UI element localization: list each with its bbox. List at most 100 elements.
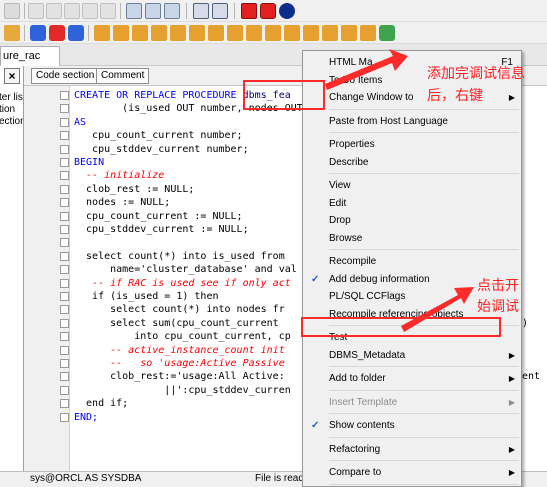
code-line: clob_rest:='usage:All Active:: [74, 370, 285, 383]
menu-item-refactoring[interactable]: Refactoring ▶: [303, 441, 521, 458]
menu-separator: [329, 483, 519, 485]
pdf-icon[interactable]: [260, 3, 276, 19]
step-arrow-icon[interactable]: [68, 25, 84, 41]
toolbar-separator: [120, 3, 121, 19]
debug-toggle-icon[interactable]: [303, 25, 319, 41]
tab-procedure[interactable]: ure_rac: [0, 46, 60, 66]
code-line: -- active_instance_count init: [74, 344, 285, 357]
menu-separator: [329, 366, 519, 367]
save-icon[interactable]: [46, 3, 62, 19]
fold-marker: [60, 251, 69, 261]
menu-item-label: HTML Ma: [329, 57, 373, 68]
browser-item[interactable]: ter lis: [0, 92, 23, 103]
fold-marker: [60, 117, 69, 127]
menu-item-change-window-to[interactable]: Change Window to ▶: [303, 89, 521, 106]
menu-item-properties[interactable]: Properties: [303, 136, 521, 153]
menu-item-label: Change Window to: [329, 92, 414, 103]
debug-trace-icon[interactable]: [284, 25, 300, 41]
oracle-icon[interactable]: [241, 3, 257, 19]
stop-arrow-icon[interactable]: [49, 25, 65, 41]
fold-marker: [60, 399, 69, 409]
debug-step-over-icon[interactable]: [113, 25, 129, 41]
browser-item[interactable]: ection: [0, 116, 23, 127]
code-line: into cpu_count_current, cp: [74, 330, 291, 343]
copy-icon[interactable]: [100, 3, 116, 19]
comment-button[interactable]: Comment: [96, 68, 150, 84]
window-list-icon[interactable]: [193, 3, 209, 19]
toolbar-separator: [234, 3, 235, 19]
code-token: name='cluster_database' and val: [74, 264, 297, 276]
fold-marker: [60, 292, 69, 301]
debug-output-icon[interactable]: [265, 25, 281, 41]
debug-watch-icon[interactable]: [189, 25, 205, 41]
submenu-arrow-icon: ▶: [508, 444, 515, 454]
menu-item-label: Browse: [329, 232, 363, 244]
sessions-icon[interactable]: [164, 3, 180, 19]
menu-item-label: Refactoring: [329, 443, 381, 455]
close-panel-button[interactable]: ×: [4, 68, 20, 84]
debug-variables-icon[interactable]: [246, 25, 262, 41]
code-line: select count(*) into is_used from: [74, 250, 285, 263]
menu-separator: [329, 108, 519, 110]
menu-separator: [329, 436, 519, 438]
execute-icon[interactable]: [379, 25, 395, 41]
debug-toolbar: [0, 22, 547, 44]
open-icon[interactable]: [28, 3, 44, 19]
tile-windows-icon[interactable]: [212, 3, 228, 19]
query-builder-icon[interactable]: [126, 3, 142, 19]
annotation-note-bottom-2: 始调试: [477, 298, 519, 314]
menu-separator: [329, 132, 519, 133]
code-token: cpu_stddev_current number;: [74, 143, 249, 155]
menu-item-insert-template: Insert Template ▶: [303, 394, 521, 411]
code-line: AS: [74, 116, 86, 129]
debug-step-into-icon[interactable]: [94, 25, 110, 41]
annotation-highlight-test: [301, 317, 501, 337]
annotation-note-bottom-1: 点击开: [477, 277, 519, 293]
menu-item-label: Recompile: [329, 256, 377, 267]
menu-item-view[interactable]: View: [303, 177, 521, 194]
menu-item-edit[interactable]: Edit: [303, 195, 521, 212]
menu-item-browse[interactable]: Browse: [303, 230, 521, 247]
menu-item-recompile[interactable]: Recompile: [303, 253, 521, 270]
debug-call-stack-icon[interactable]: [227, 25, 243, 41]
debug-options-icon[interactable]: [322, 25, 338, 41]
menu-item-label: To Do Items: [329, 74, 383, 86]
code-section-button[interactable]: Code section: [31, 68, 100, 84]
menu-item-dbms-metadata[interactable]: DBMS_Metadata ▶: [303, 347, 521, 364]
debug-run-to-exception-icon[interactable]: [151, 25, 167, 41]
debug-evaluate-icon[interactable]: [208, 25, 224, 41]
code-token: -- so 'usage:Active Passive: [74, 358, 285, 369]
compile-icon[interactable]: [4, 25, 20, 41]
cut-icon[interactable]: [82, 3, 98, 19]
info-icon[interactable]: [279, 3, 295, 19]
code-line: end if;: [74, 397, 128, 410]
menu-item-paste-from-host-language[interactable]: Paste from Host Language: [303, 113, 521, 130]
menu-item-compare-to[interactable]: Compare to ▶: [303, 464, 521, 481]
code-token: clob_rest := NULL;: [74, 183, 195, 195]
debug-breakpoint-icon[interactable]: [170, 25, 186, 41]
menu-item-add-to-folder[interactable]: Add to folder ▶: [303, 370, 521, 387]
menu-item-describe[interactable]: Describe: [303, 154, 521, 171]
menu-item-label: Add to folder: [329, 373, 386, 384]
code-token: BEGIN: [74, 157, 105, 168]
code-line: -- if RAC is used see if only act: [74, 277, 291, 290]
forward-arrow-icon[interactable]: [30, 25, 46, 41]
menu-item-drop[interactable]: Drop: [303, 212, 521, 229]
fold-marker: [60, 305, 69, 315]
print-icon[interactable]: [64, 3, 80, 19]
submenu-arrow-icon: ▶: [508, 468, 515, 477]
fold-marker: [60, 385, 69, 395]
code-token: end if;: [74, 398, 129, 410]
browser-item[interactable]: tion: [0, 104, 15, 115]
new-icon[interactable]: [4, 3, 20, 19]
debug-log-icon[interactable]: [341, 25, 357, 41]
code-line: -- initialize: [74, 169, 164, 182]
fold-marker: [60, 211, 69, 221]
menu-item-show-contents[interactable]: ✓ Show contents: [303, 417, 521, 434]
fold-marker: [60, 198, 69, 208]
debug-step-out-icon[interactable]: [132, 25, 148, 41]
main-toolbar: [0, 0, 547, 22]
debug-profile-icon[interactable]: [360, 25, 376, 41]
code-token: nodes := NULL;: [74, 197, 171, 209]
explain-plan-icon[interactable]: [145, 3, 161, 19]
